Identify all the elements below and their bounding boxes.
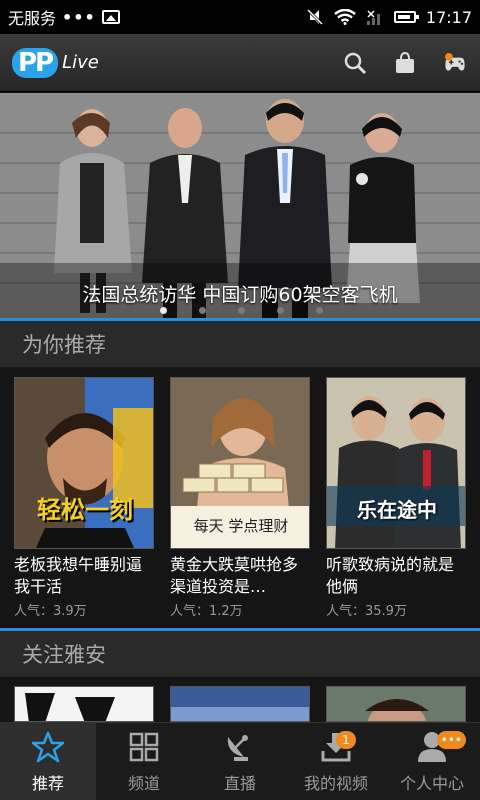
thumbnail-overlay-text: 轻松一刻 [37,495,133,524]
video-thumbnail[interactable]: 轻松一刻 [14,377,154,549]
bottom-navigation: 推荐 频道 直播 1 我的视频 ••• 个人中心 [0,722,480,800]
section-title: 为你推荐 [22,333,106,357]
clock: 17:17 [425,7,472,27]
star-icon [31,730,65,764]
banner-dot[interactable] [316,307,323,314]
video-thumbnail[interactable] [170,686,310,722]
nav-tab-recommend[interactable]: 推荐 [0,723,96,800]
video-popularity: 人气：1.2万 [170,604,243,619]
video-card[interactable]: 轻松一刻 老板我想午睡别逼我干活 人气：3.9万 [14,377,154,619]
logo-live: Live [62,52,99,73]
status-bar: 无服务 ••• 17:17 [0,0,480,34]
nav-tab-live[interactable]: 直播 [192,723,288,800]
video-title: 老板我想午睡别逼我干活 [14,555,143,596]
image-notification-icon [101,10,120,24]
logo-pp: PP [12,47,59,78]
muted-icon [306,8,323,26]
section-header-recommended: 为你推荐 [0,321,480,367]
banner-dot[interactable] [277,307,284,314]
video-popularity: 人气：35.9万 [326,604,407,619]
notification-dots: ••• [62,7,96,27]
video-card[interactable] [14,686,154,722]
video-popularity: 人气：3.9万 [14,604,87,619]
video-thumbnail[interactable]: 每天 学点理财 [170,377,310,549]
banner-dot[interactable] [199,307,206,314]
video-card[interactable]: 每天 学点理财 黄金大跌莫哄抢多渠道投资是… 人气：1.2万 [170,377,310,619]
nav-label: 个人中心 [399,773,464,793]
banner-title: 法国总统访华 中国订购60架空客飞机 [82,284,398,306]
video-card[interactable] [170,686,310,722]
section-header-yaan: 关注雅安 [0,631,480,677]
banner-pager [160,307,323,314]
nav-label: 我的视频 [303,773,368,793]
carrier-text: 无服务 [8,9,57,28]
profile-notification-badge: ••• [436,731,466,749]
pplive-logo: PP Live [12,47,99,78]
satellite-dish-icon [223,730,257,764]
nav-tab-channels[interactable]: 频道 [96,723,192,800]
battery-icon [393,11,419,23]
video-title: 黄金大跌莫哄抢多渠道投资是… [170,555,299,596]
nav-label: 频道 [127,773,160,793]
thumbnail-overlay-text: 每天 学点理财 [193,517,289,535]
nav-label: 推荐 [31,773,64,793]
video-thumbnail[interactable] [14,686,154,722]
nav-tab-profile[interactable]: ••• 个人中心 [384,723,480,800]
search-icon[interactable] [342,50,368,76]
grid-icon [127,730,161,764]
featured-banner[interactable]: 法国总统访华 中国订购60架空客飞机 [0,93,480,318]
nav-tab-my-videos[interactable]: 1 我的视频 [288,723,384,800]
video-card[interactable]: 乐在途中 听歌致病说的就是他俩 人气：35.9万 [326,377,466,619]
section-title: 关注雅安 [22,643,106,667]
banner-dot[interactable] [160,307,167,314]
banner-dot[interactable] [238,307,245,314]
nav-label: 直播 [223,773,256,793]
signal-icon [366,10,380,25]
video-thumbnail[interactable] [326,686,466,722]
download-count-badge: 1 [336,731,356,749]
app-header: PP Live [0,34,480,92]
gamepad-icon[interactable] [442,50,468,76]
thumbnail-overlay-text: 乐在途中 [357,498,437,522]
video-card[interactable] [326,686,466,722]
video-thumbnail[interactable]: 乐在途中 [326,377,466,549]
video-title: 听歌致病说的就是他俩 [326,555,455,596]
shopping-bag-icon[interactable] [392,50,418,76]
wifi-icon [334,9,356,25]
